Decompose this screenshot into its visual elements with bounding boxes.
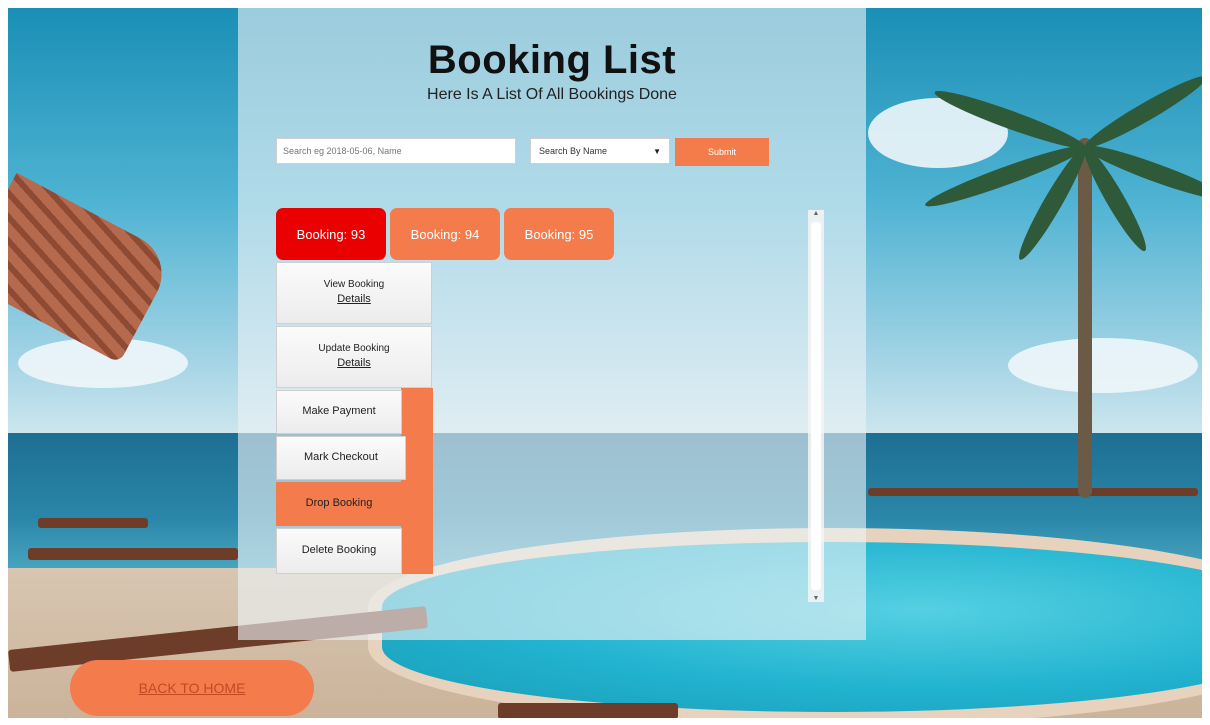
menu-accent-strip: [401, 388, 433, 574]
view-details-label: Details: [337, 293, 371, 306]
scrollbar-thumb[interactable]: [811, 222, 821, 590]
background-lounger: [498, 703, 678, 718]
background-railing: [868, 488, 1198, 496]
page: Booking List Here Is A List Of All Booki…: [0, 0, 1210, 725]
background-palm-trunk: [1078, 138, 1092, 498]
mark-checkout-button[interactable]: Mark Checkout: [276, 436, 406, 480]
update-booking-details-button[interactable]: Update Booking Details: [276, 326, 432, 388]
booking-tabs: Booking: 93 Booking: 94 Booking: 95: [276, 208, 618, 260]
drop-booking-button[interactable]: Drop Booking: [276, 482, 402, 526]
scroll-down-arrow-icon[interactable]: ▼: [808, 595, 824, 602]
update-details-label: Details: [337, 357, 371, 370]
page-subtitle: Here Is A List Of All Bookings Done: [427, 86, 677, 103]
background-cloud: [1008, 338, 1198, 393]
page-title: Booking List: [427, 38, 677, 82]
tab-booking-95[interactable]: Booking: 95: [504, 208, 614, 260]
back-to-home-button[interactable]: BACK TO HOME: [70, 660, 314, 716]
search-filter-value: Search By Name: [539, 146, 608, 156]
search-input[interactable]: [276, 138, 516, 164]
scroll-up-arrow-icon[interactable]: ▲: [808, 210, 824, 217]
view-booking-details-button[interactable]: View Booking Details: [276, 262, 432, 324]
background-bench: [28, 548, 238, 560]
caret-down-icon: ▼: [653, 146, 661, 156]
tab-booking-93[interactable]: Booking: 93: [276, 208, 386, 260]
make-payment-button[interactable]: Make Payment: [276, 390, 402, 434]
tab-booking-94[interactable]: Booking: 94: [390, 208, 500, 260]
booking-panel: Booking List Here Is A List Of All Booki…: [238, 8, 866, 640]
update-booking-label: Update Booking: [318, 342, 390, 354]
search-filter-select[interactable]: Search By Name ▼: [530, 138, 670, 164]
delete-booking-button[interactable]: Delete Booking: [276, 528, 402, 574]
background-table: [38, 518, 148, 528]
submit-button[interactable]: Submit: [675, 138, 769, 166]
view-booking-label: View Booking: [323, 278, 385, 290]
list-scrollbar[interactable]: ▲ ▼: [808, 210, 824, 602]
